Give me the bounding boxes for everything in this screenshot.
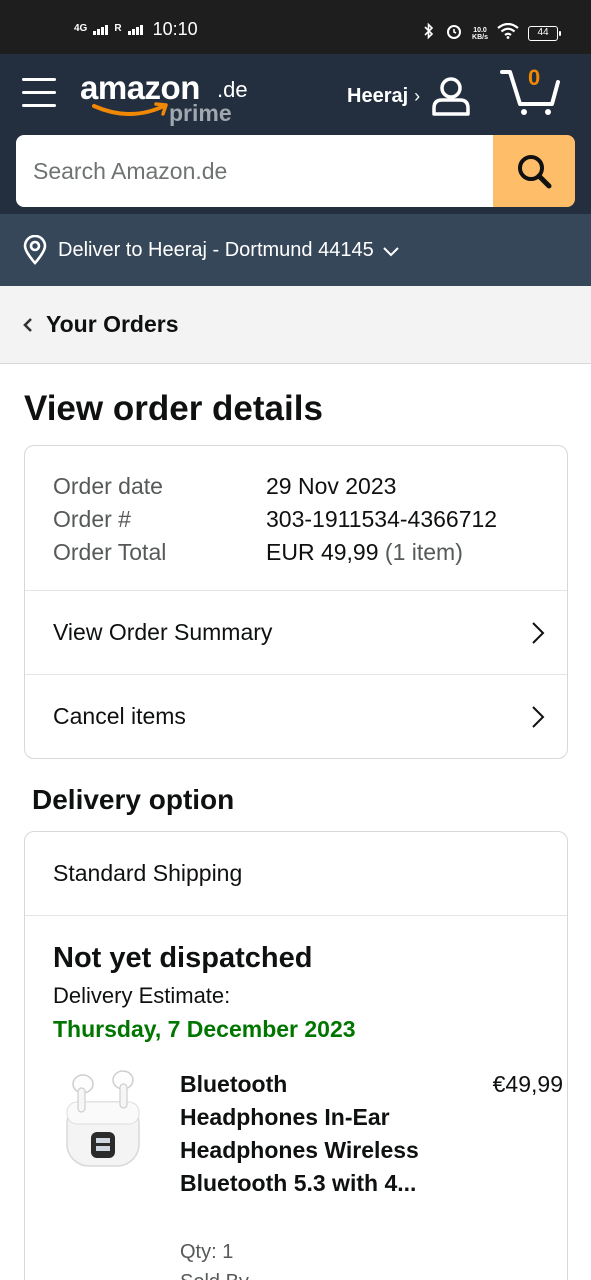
- account-chevron: ›: [414, 85, 421, 106]
- order-number-row: Order # 303-1911534-4366712: [53, 503, 567, 536]
- search-bar: [16, 135, 575, 207]
- smile-arrow-icon: [92, 102, 168, 116]
- page-title: View order details: [24, 389, 323, 428]
- app-header: amazon .de prime Heeraj › 0: [0, 54, 591, 214]
- clock: 10:10: [152, 19, 198, 39]
- order-total-amount: EUR 49,99: [266, 539, 379, 565]
- location-pin-icon: [23, 235, 47, 265]
- chevron-right-icon: [532, 705, 545, 728]
- account-button[interactable]: Heeraj ›: [347, 74, 472, 118]
- item-sold-by: Sold By: [180, 1268, 249, 1280]
- account-name: Heeraj: [347, 84, 409, 107]
- search-icon: [518, 155, 552, 189]
- item-quantity: Qty: 1: [180, 1241, 234, 1263]
- chevron-left-icon: [23, 317, 32, 332]
- speed-value: 10.0: [473, 26, 487, 34]
- deliver-to-bar[interactable]: Deliver to Heeraj - Dortmund 44145: [0, 214, 591, 286]
- item-title[interactable]: Bluetooth Headphones In-Ear Headphones W…: [180, 1068, 420, 1200]
- cancel-items-link[interactable]: Cancel items: [25, 674, 567, 758]
- wifi-icon: [497, 22, 519, 44]
- order-total-row: Order Total EUR 49,99 (1 item): [53, 536, 567, 569]
- item-price: €49,99: [492, 1071, 563, 1097]
- order-date-value: 29 Nov 2023: [266, 473, 397, 499]
- dispatch-section: Not yet dispatched Delivery Estimate: Th…: [25, 916, 567, 1046]
- signal-icon-2: [127, 24, 143, 35]
- status-bar: 4G R 10:10 10.0 KB/s 44: [0, 0, 591, 54]
- delivery-estimate-label: Delivery Estimate:: [53, 983, 231, 1008]
- view-order-summary-label: View Order Summary: [53, 619, 273, 645]
- cancel-items-label: Cancel items: [53, 703, 186, 729]
- chevron-down-icon: [382, 247, 399, 257]
- network-speed: 10.0 KB/s: [472, 27, 488, 41]
- search-button[interactable]: [493, 135, 575, 207]
- order-info-rows: Order date 29 Nov 2023 Order # 303-19115…: [25, 446, 567, 590]
- user-icon: [432, 77, 470, 116]
- search-input[interactable]: [16, 135, 493, 207]
- logo-tld: .de: [217, 77, 248, 102]
- order-number-label: Order #: [53, 506, 131, 532]
- menu-icon[interactable]: [22, 74, 58, 107]
- delivery-card: Standard Shipping Not yet dispatched Del…: [24, 831, 568, 1280]
- deliver-to-text: Deliver to Heeraj - Dortmund 44145: [58, 238, 374, 261]
- network-type-1: 4G: [74, 23, 88, 34]
- dispatch-status: Not yet dispatched: [53, 942, 313, 974]
- delivery-estimate-date: Thursday, 7 December 2023: [53, 1016, 356, 1042]
- breadcrumb-your-orders: Your Orders: [46, 311, 179, 337]
- order-total-value: EUR 49,99 (1 item): [266, 536, 463, 569]
- delivery-option-heading: Delivery option: [32, 784, 235, 815]
- network-type-2: R: [114, 23, 122, 34]
- order-total-label: Order Total: [53, 539, 167, 565]
- earbuds-product-image[interactable]: [53, 1068, 153, 1178]
- status-left: 4G R 10:10: [74, 20, 198, 38]
- chevron-right-icon: [532, 621, 545, 644]
- battery-icon: 44: [528, 26, 561, 41]
- order-number-value: 303-1911534-4366712: [266, 506, 498, 532]
- view-order-summary-link[interactable]: View Order Summary: [25, 590, 567, 674]
- order-info-card: Order date 29 Nov 2023 Order # 303-19115…: [24, 445, 568, 759]
- order-date-label: Order date: [53, 473, 163, 499]
- cart-count: 0: [528, 65, 541, 90]
- amazon-prime-logo[interactable]: amazon .de prime: [80, 70, 250, 128]
- order-date-row: Order date 29 Nov 2023: [53, 470, 567, 503]
- cart-button[interactable]: 0: [500, 66, 562, 116]
- shipping-method: Standard Shipping: [25, 832, 567, 916]
- status-right: 10.0 KB/s 44: [422, 22, 561, 45]
- speed-unit: KB/s: [472, 33, 488, 41]
- bluetooth-icon: [422, 22, 436, 45]
- alarm-icon: [445, 22, 463, 45]
- signal-icon: [93, 24, 109, 35]
- order-item-count: (1 item): [384, 539, 463, 565]
- logo-prime: prime: [169, 100, 232, 126]
- breadcrumb[interactable]: Your Orders: [0, 286, 591, 364]
